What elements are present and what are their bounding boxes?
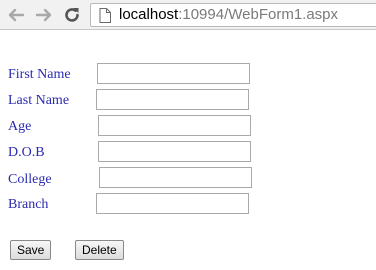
- url-host: localhost: [119, 6, 179, 23]
- back-button[interactable]: [6, 5, 26, 25]
- first-name-label: First Name: [8, 67, 71, 82]
- age-label: Age: [8, 119, 32, 134]
- dob-label: D.O.B: [8, 145, 45, 160]
- college-label: College: [8, 172, 52, 187]
- browser-toolbar: localhost:10994/WebForm1.aspx: [0, 0, 376, 30]
- save-button[interactable]: Save: [10, 240, 52, 260]
- forward-button[interactable]: [34, 5, 54, 25]
- last-name-input[interactable]: [96, 89, 249, 110]
- reload-icon: [63, 6, 81, 24]
- page-icon: [99, 8, 111, 23]
- reload-button[interactable]: [62, 5, 82, 25]
- last-name-label: Last Name: [8, 93, 70, 108]
- delete-button[interactable]: Delete: [75, 240, 124, 260]
- age-input[interactable]: [98, 115, 251, 136]
- address-bar[interactable]: localhost:10994/WebForm1.aspx: [90, 3, 376, 27]
- dob-input[interactable]: [98, 141, 251, 162]
- arrow-left-icon: [7, 7, 25, 23]
- branch-label: Branch: [8, 197, 49, 212]
- college-input[interactable]: [99, 167, 252, 188]
- branch-input[interactable]: [96, 193, 249, 214]
- first-name-input[interactable]: [97, 63, 250, 84]
- arrow-right-icon: [35, 7, 53, 23]
- url-path: :10994/WebForm1.aspx: [178, 6, 339, 23]
- url-text: localhost:10994/WebForm1.aspx: [119, 6, 338, 24]
